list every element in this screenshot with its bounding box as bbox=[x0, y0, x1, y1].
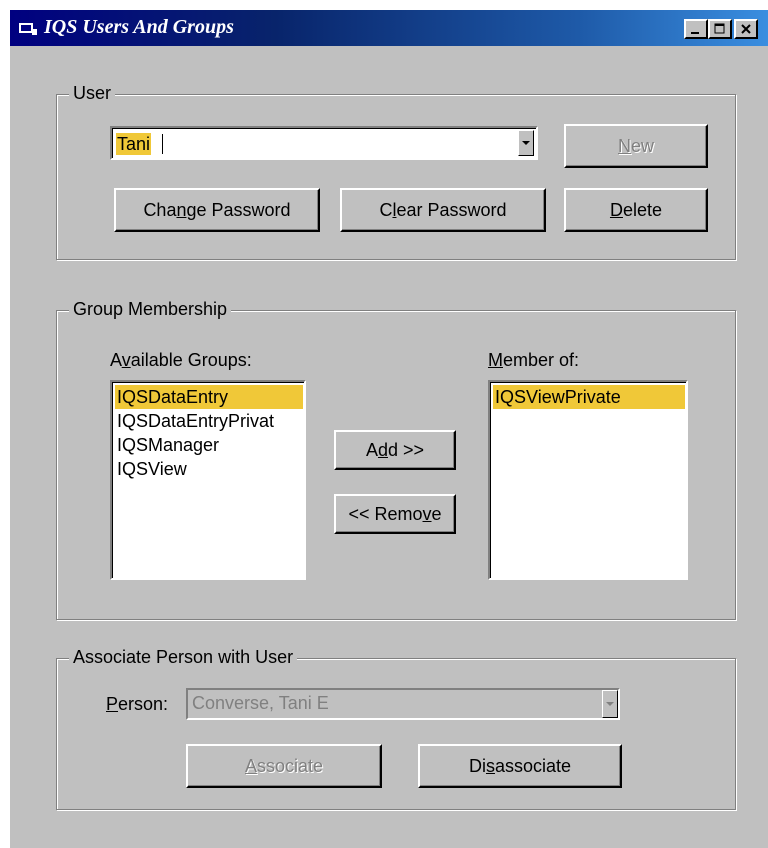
person-label: Person: bbox=[106, 694, 169, 714]
user-combobox-value: Tani bbox=[116, 133, 152, 155]
chevron-down-icon bbox=[522, 141, 530, 145]
person-combobox[interactable]: Converse, Tani E bbox=[186, 688, 620, 720]
remove-button[interactable]: << Remo v e bbox=[334, 494, 456, 534]
member-of-listbox[interactable]: IQSViewPrivate bbox=[488, 380, 688, 580]
list-item[interactable]: IQSDataEntry bbox=[115, 385, 303, 409]
list-item[interactable]: IQSViewPrivate bbox=[493, 385, 685, 409]
user-combobox[interactable]: Tani bbox=[110, 126, 538, 160]
text-caret bbox=[162, 134, 163, 154]
delete-button[interactable]: Delete bbox=[564, 188, 708, 232]
chevron-down-icon bbox=[606, 702, 614, 706]
group-membership-label: Group Membership bbox=[69, 299, 232, 320]
maximize-icon bbox=[714, 23, 725, 34]
user-combobox-dropdown[interactable] bbox=[518, 130, 534, 156]
list-item[interactable]: IQSDataEntryPrivat bbox=[115, 409, 274, 433]
associate-person-label: Associate Person with User bbox=[69, 647, 298, 668]
window-title: IQS Users And Groups bbox=[44, 16, 234, 38]
list-item[interactable]: IQSManager bbox=[115, 433, 219, 457]
associate-person-groupbox: Associate Person with User bbox=[56, 647, 736, 810]
maximize-button[interactable] bbox=[708, 19, 732, 39]
minimize-button[interactable] bbox=[684, 19, 708, 39]
list-item[interactable]: IQSView bbox=[115, 457, 187, 481]
member-of-label: Member of: bbox=[488, 350, 580, 370]
close-icon bbox=[741, 24, 751, 34]
available-groups-label: Available Groups: bbox=[110, 350, 252, 370]
title-bar[interactable]: IQS Users And Groups bbox=[10, 10, 768, 46]
person-combobox-dropdown[interactable] bbox=[602, 690, 618, 718]
app-icon bbox=[19, 23, 37, 35]
change-password-button[interactable]: Cha n ge Password bbox=[114, 188, 320, 232]
disassociate-button[interactable]: Di s associate bbox=[418, 744, 622, 788]
associate-button[interactable]: Associate bbox=[186, 744, 382, 788]
app-window: IQS Users And Groups User Tani New Cha n g… bbox=[10, 10, 768, 848]
add-button[interactable]: Add >> bbox=[334, 430, 456, 470]
user-group-label: User bbox=[69, 83, 116, 104]
available-groups-listbox[interactable]: IQSDataEntry IQSDataEntryPrivat IQSManag… bbox=[110, 380, 306, 580]
clear-password-button[interactable]: Cl ear Password bbox=[340, 188, 546, 232]
user-groupbox: User bbox=[56, 83, 736, 260]
close-button[interactable] bbox=[734, 19, 758, 39]
minimize-icon bbox=[691, 32, 699, 34]
new-button[interactable]: New bbox=[564, 124, 708, 168]
person-combobox-value: Converse, Tani E bbox=[192, 693, 329, 713]
